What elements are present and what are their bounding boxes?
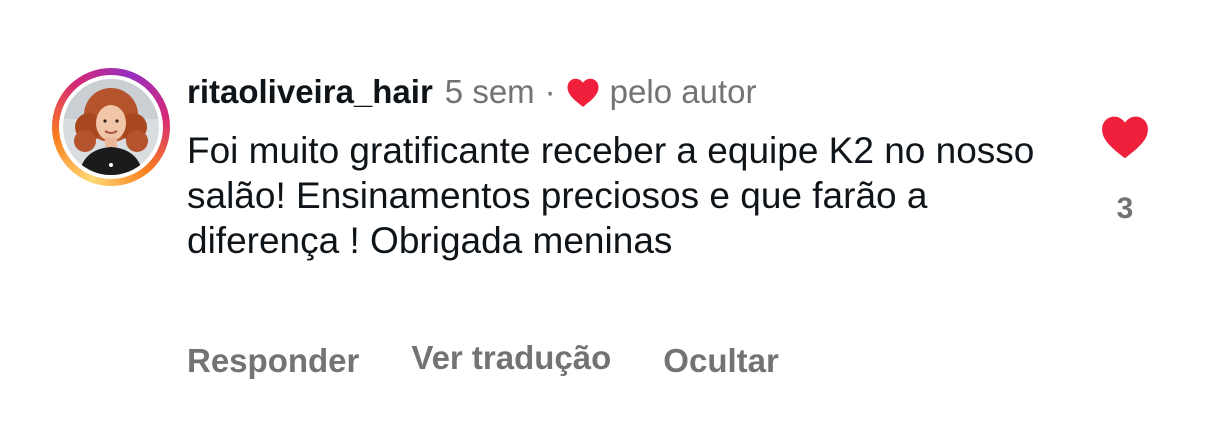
- username-link[interactable]: ritaoliveira_hair: [187, 73, 433, 111]
- heart-filled-icon: [1102, 116, 1148, 159]
- comment-text: Foi muito gratificante receber a equipe …: [187, 130, 1035, 261]
- avatar-story-ring[interactable]: [52, 68, 170, 186]
- avatar: [63, 79, 159, 175]
- heart-filled-icon: [567, 78, 599, 107]
- reply-button[interactable]: Responder: [187, 342, 359, 380]
- like-button[interactable]: [1100, 114, 1150, 160]
- comment-actions: Responder Ver tradução Ocultar: [187, 339, 831, 380]
- meta-separator: ·: [544, 73, 556, 110]
- avatar-ring-gap: [59, 75, 163, 179]
- comment-meta: ritaoliveira_hair 5 sem · pelo autor: [187, 70, 756, 114]
- comment-timestamp[interactable]: 5 sem: [445, 73, 535, 111]
- hide-button[interactable]: Ocultar: [663, 342, 779, 380]
- see-translation-button[interactable]: Ver tradução: [411, 339, 611, 377]
- liked-by-author-label: pelo autor: [609, 73, 757, 110]
- avatar-image: [63, 79, 159, 175]
- like-count[interactable]: 3: [1100, 192, 1150, 226]
